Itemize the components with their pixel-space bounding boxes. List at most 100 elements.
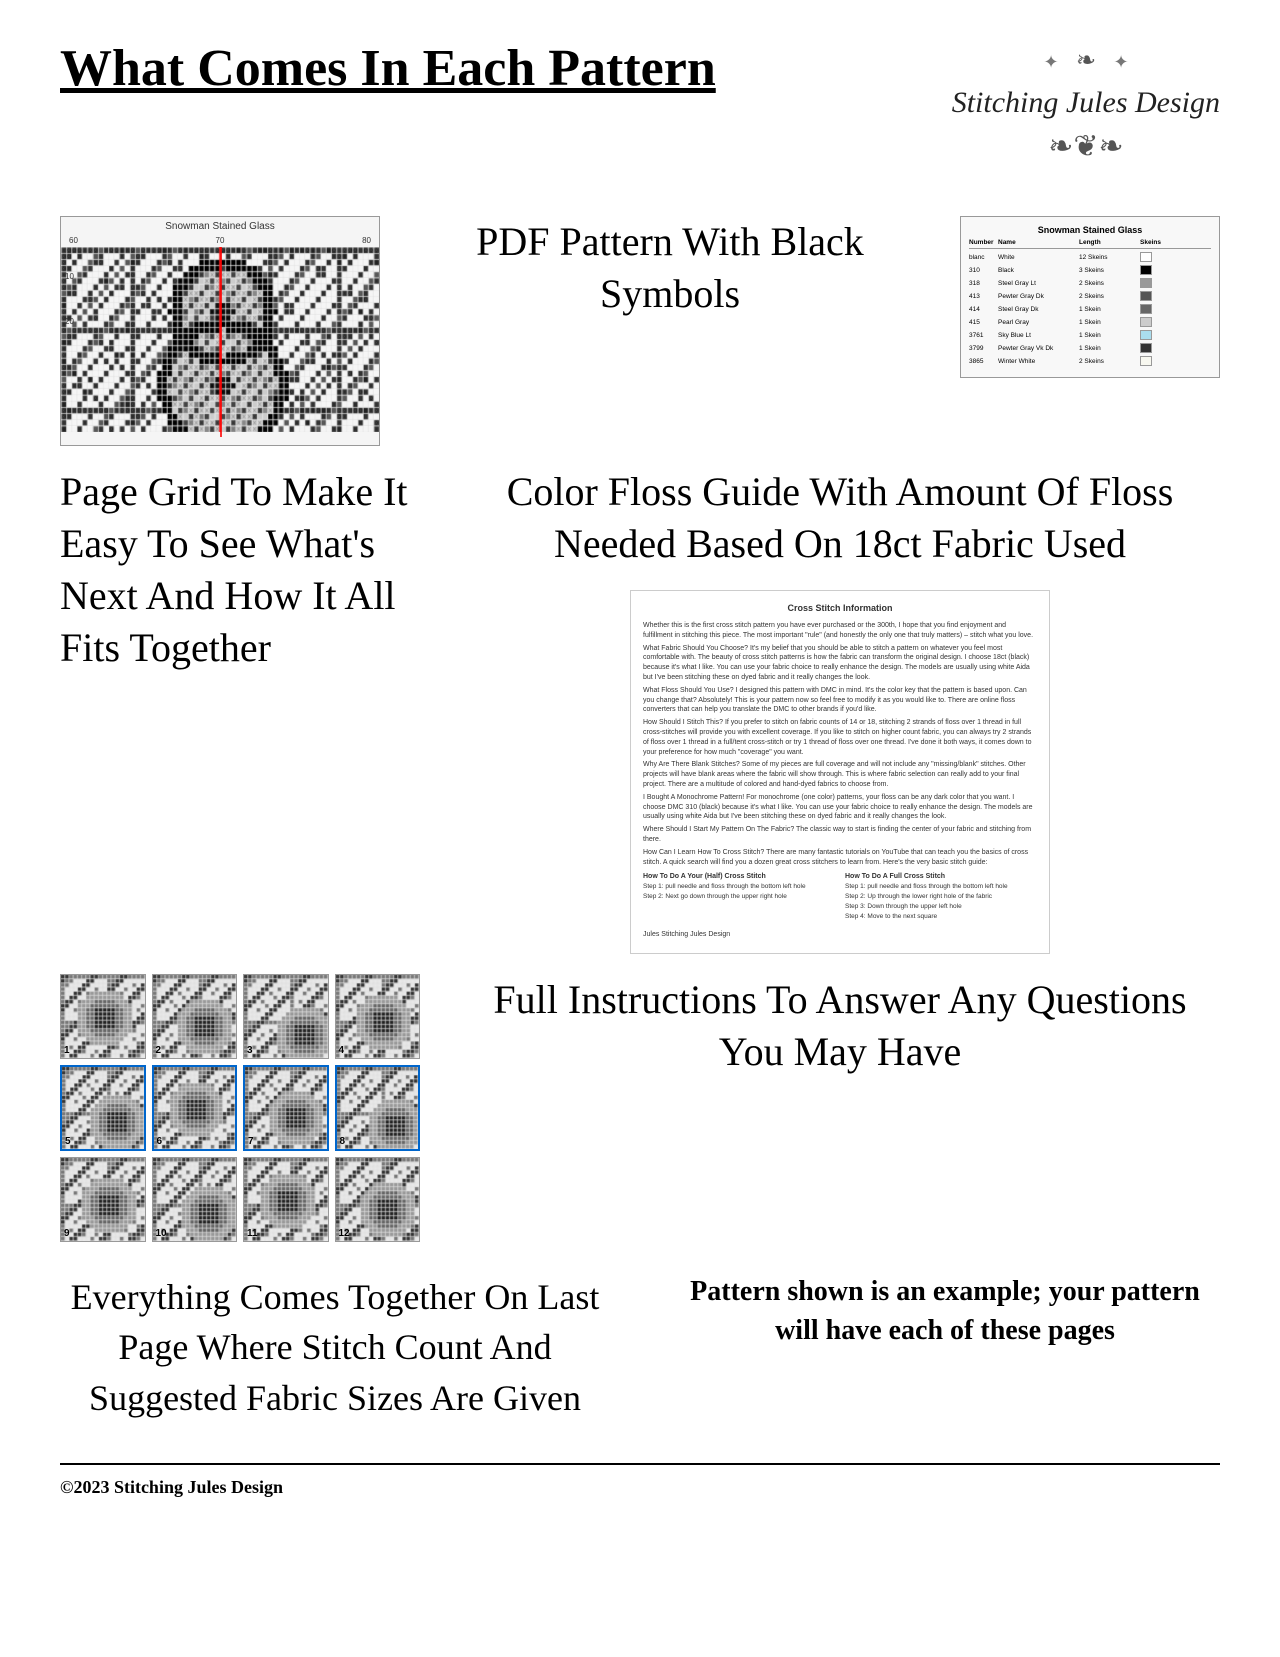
floss-row: 310 Black 3 Skeins: [969, 265, 1211, 275]
svg-text:✦: ✦: [1043, 52, 1058, 72]
page: What Comes In Each Pattern ❧ ✦ ✦ Stitchi…: [0, 0, 1280, 1657]
floss-rows: blanc White 12 Skeins 310 Black 3 Skeins…: [969, 252, 1211, 366]
color-swatch: [1140, 265, 1152, 275]
pattern-number-labels: 607080: [61, 236, 379, 245]
full-instructions-label-area: Full Instructions To Answer Any Question…: [460, 974, 1220, 1078]
floss-row: 415 Pearl Gray 1 Skein: [969, 317, 1211, 327]
thumb-number-6: 6: [157, 1136, 163, 1147]
doc-col-full: How To Do A Full Cross Stitch Step 1: pu…: [845, 873, 1037, 921]
thumbnail-3: 3: [243, 974, 329, 1060]
doc-paragraph: I Bought A Monochrome Pattern! For monoc…: [643, 793, 1037, 822]
pdf-pattern-label-area: PDF Pattern With Black Symbols: [420, 216, 920, 320]
thumb-number-11: 11: [247, 1228, 258, 1239]
thumb-canvas-2: [153, 975, 237, 1059]
floss-table-title: Snowman Stained Glass: [969, 225, 1211, 235]
pattern-image-box: Snowman Stained Glass 607080 10 20: [60, 216, 380, 446]
page-thumbnails-area: 123456789101112: [60, 974, 420, 1243]
floss-row: 3865 Winter White 2 Skeins: [969, 356, 1211, 366]
color-swatch: [1140, 291, 1152, 301]
color-swatch: [1140, 317, 1152, 327]
section-floss-guide: Page Grid To Make It Easy To See What's …: [60, 466, 1220, 954]
doc-paragraphs: Whether this is the first cross stitch p…: [643, 621, 1037, 867]
thumb-number-5: 5: [65, 1136, 71, 1147]
col-length: Length: [1079, 239, 1139, 246]
logo-ornament-top: ❧ ✦ ✦: [1026, 40, 1146, 80]
full-step: Step 2: Up through the lower right hole …: [845, 892, 1037, 902]
thumb-canvas-8: [337, 1067, 419, 1149]
floss-row: 318 Steel Gray Lt 2 Skeins: [969, 278, 1211, 288]
full-stitch-title: How To Do A Full Cross Stitch: [845, 873, 1037, 880]
floss-table: Snowman Stained Glass Number Name Length…: [960, 216, 1220, 378]
doc-paragraph: What Floss Should You Use? I designed th…: [643, 686, 1037, 715]
floss-row: 413 Pewter Gray Dk 2 Skeins: [969, 291, 1211, 301]
full-step: Step 1: pull needle and floss through th…: [845, 882, 1037, 892]
thumbnail-5: 5: [60, 1065, 146, 1151]
thumbnail-7: 7: [243, 1065, 329, 1151]
half-stitch-title: How To Do A Your (Half) Cross Stitch: [643, 873, 835, 880]
pattern-shown-text: Pattern shown is an example; your patter…: [670, 1272, 1220, 1350]
thumb-number-12: 12: [339, 1228, 350, 1239]
color-swatch: [1140, 330, 1152, 340]
thumbnail-6: 6: [152, 1065, 238, 1151]
thumb-number-3: 3: [247, 1045, 253, 1056]
full-instructions-label: Full Instructions To Answer Any Question…: [460, 974, 1220, 1078]
col-skeins: Skeins: [1140, 239, 1154, 246]
floss-row: 3799 Pewter Gray Vk Dk 1 Skein: [969, 343, 1211, 353]
floss-row: 414 Steel Gray Dk 1 Skein: [969, 304, 1211, 314]
floss-row: 3761 Sky Blue Lt 1 Skein: [969, 330, 1211, 340]
thumbnail-2: 2: [152, 974, 238, 1060]
full-step: Step 4: Move to the next square: [845, 912, 1037, 922]
thumb-number-7: 7: [248, 1136, 254, 1147]
doc-paragraph: Where Should I Start My Pattern On The F…: [643, 825, 1037, 845]
full-steps: Step 1: pull needle and floss through th…: [845, 882, 1037, 921]
thumbnail-9: 9: [60, 1157, 146, 1243]
half-step: Step 1: pull needle and floss through th…: [643, 882, 835, 892]
instructions-document: Cross Stitch Information Whether this is…: [630, 590, 1050, 954]
pdf-pattern-label: PDF Pattern With Black Symbols: [420, 216, 920, 320]
doc-title: Cross Stitch Information: [643, 603, 1037, 613]
thumbnail-10: 10: [152, 1157, 238, 1243]
side-numbers: 10 20: [65, 267, 74, 332]
svg-text:✦: ✦: [1113, 52, 1128, 72]
doc-paragraph: How Should I Stitch This? If you prefer …: [643, 718, 1037, 757]
doc-paragraph: What Fabric Should You Choose? It's my b…: [643, 644, 1037, 683]
half-steps: Step 1: pull needle and floss through th…: [643, 882, 835, 902]
col-name: Name: [998, 239, 1078, 246]
pattern-name: Snowman Stained Glass: [61, 217, 379, 236]
doc-two-col: How To Do A Your (Half) Cross Stitch Ste…: [643, 873, 1037, 921]
section-bottom: Everything Comes Together On Last Page W…: [60, 1272, 1220, 1423]
half-step: Step 2: Next go down through the upper r…: [643, 892, 835, 902]
floss-table-header: Number Name Length Skeins: [969, 239, 1211, 249]
thumb-canvas-1: [61, 975, 145, 1059]
doc-paragraph: How Can I Learn How To Cross Stitch? The…: [643, 848, 1037, 868]
section-pdf-pattern: Snowman Stained Glass 607080 10 20 PDF P…: [60, 216, 1220, 446]
thumb-number-4: 4: [339, 1045, 345, 1056]
logo-text: Stitching Jules Design: [952, 85, 1220, 121]
floss-guide-preview: Snowman Stained Glass Number Name Length…: [960, 216, 1220, 378]
thumbnail-8: 8: [335, 1065, 421, 1151]
footer: ©2023 Stitching Jules Design: [60, 1463, 1220, 1498]
thumb-number-10: 10: [156, 1228, 167, 1239]
thumbnail-11: 11: [243, 1157, 329, 1243]
col-number: Number: [969, 239, 997, 246]
pattern-preview: Snowman Stained Glass 607080 10 20: [60, 216, 380, 446]
doc-paragraph: Whether this is the first cross stitch p…: [643, 621, 1037, 641]
svg-text:❧: ❧: [1076, 48, 1096, 74]
doc-col-half: How To Do A Your (Half) Cross Stitch Ste…: [643, 873, 835, 921]
thumb-canvas-3: [244, 975, 328, 1059]
logo-ornament-bottom: ❧❦❧: [1006, 121, 1166, 171]
sign-off: Jules Stitching Jules Design: [643, 929, 1037, 940]
thumb-number-2: 2: [156, 1045, 162, 1056]
thumb-number-1: 1: [64, 1045, 70, 1056]
thumb-canvas-7: [245, 1067, 327, 1149]
thumb-canvas-5: [62, 1067, 144, 1149]
full-step: Step 3: Down through the upper left hole: [845, 902, 1037, 912]
everything-text: Everything Comes Together On Last Page W…: [60, 1272, 610, 1423]
color-swatch: [1140, 343, 1152, 353]
thumbnail-grid: 123456789101112: [60, 974, 420, 1243]
color-swatch: [1140, 278, 1152, 288]
doc-paragraph: Why Are There Blank Stitches? Some of my…: [643, 760, 1037, 789]
center-line: [220, 247, 222, 437]
color-swatch: [1140, 304, 1152, 314]
thumb-canvas-9: [61, 1158, 145, 1242]
